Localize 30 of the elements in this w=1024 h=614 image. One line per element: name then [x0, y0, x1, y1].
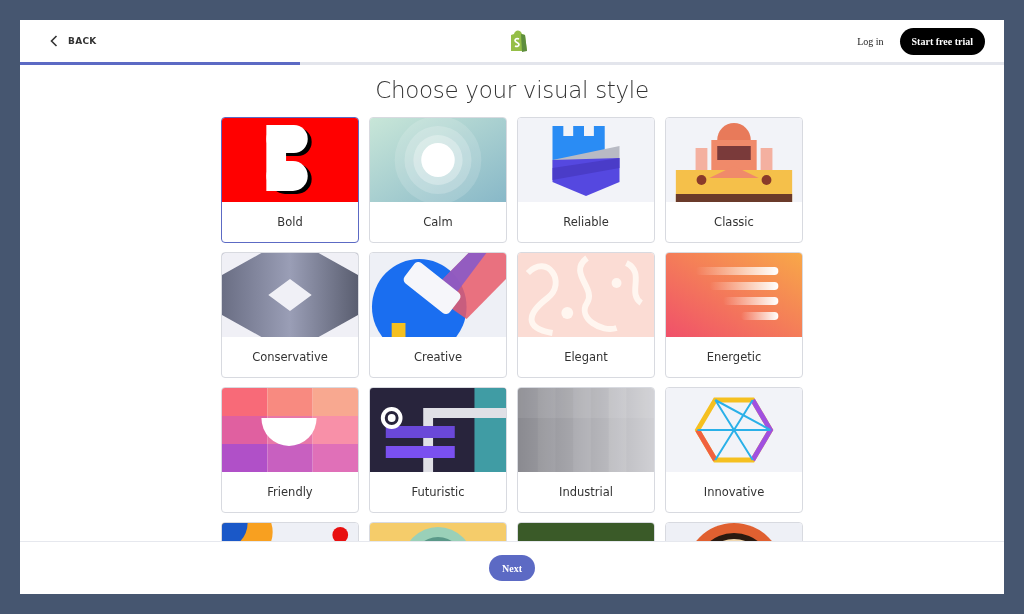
- style-label: Calm: [422, 214, 454, 231]
- chevron-left-icon: [50, 35, 58, 47]
- style-label: Classic: [713, 214, 755, 231]
- style-label: Reliable: [562, 214, 610, 231]
- next-button[interactable]: Next: [489, 555, 535, 581]
- style-label: Creative: [412, 349, 464, 366]
- back-link[interactable]: BACK: [50, 35, 97, 47]
- style-label: Innovative: [702, 484, 766, 501]
- style-label: Friendly: [266, 484, 314, 501]
- start-free-trial-button[interactable]: Start free trial: [899, 27, 985, 55]
- style-card[interactable]: Elegant: [517, 252, 655, 378]
- log-in-link[interactable]: Log in: [857, 35, 884, 47]
- style-card[interactable]: Innovative: [665, 387, 803, 513]
- style-label: Conservative: [251, 349, 329, 366]
- style-card[interactable]: Bold: [221, 117, 359, 243]
- style-card[interactable]: Classic: [665, 117, 803, 243]
- style-label: Energetic: [705, 349, 763, 366]
- style-card[interactable]: Creative: [369, 252, 507, 378]
- style-card[interactable]: Futuristic: [369, 387, 507, 513]
- style-label: Elegant: [563, 349, 609, 366]
- style-card[interactable]: Energetic: [665, 252, 803, 378]
- style-card[interactable]: Industrial: [517, 387, 655, 513]
- style-label: Industrial: [558, 484, 614, 501]
- style-card[interactable]: Friendly: [221, 387, 359, 513]
- style-label: Bold: [276, 214, 304, 231]
- style-label: Futuristic: [410, 484, 466, 501]
- page-title: Choose your visual style: [375, 77, 649, 103]
- style-card[interactable]: Conservative: [221, 252, 359, 378]
- style-card[interactable]: Calm: [369, 117, 507, 243]
- style-card[interactable]: Reliable: [517, 117, 655, 243]
